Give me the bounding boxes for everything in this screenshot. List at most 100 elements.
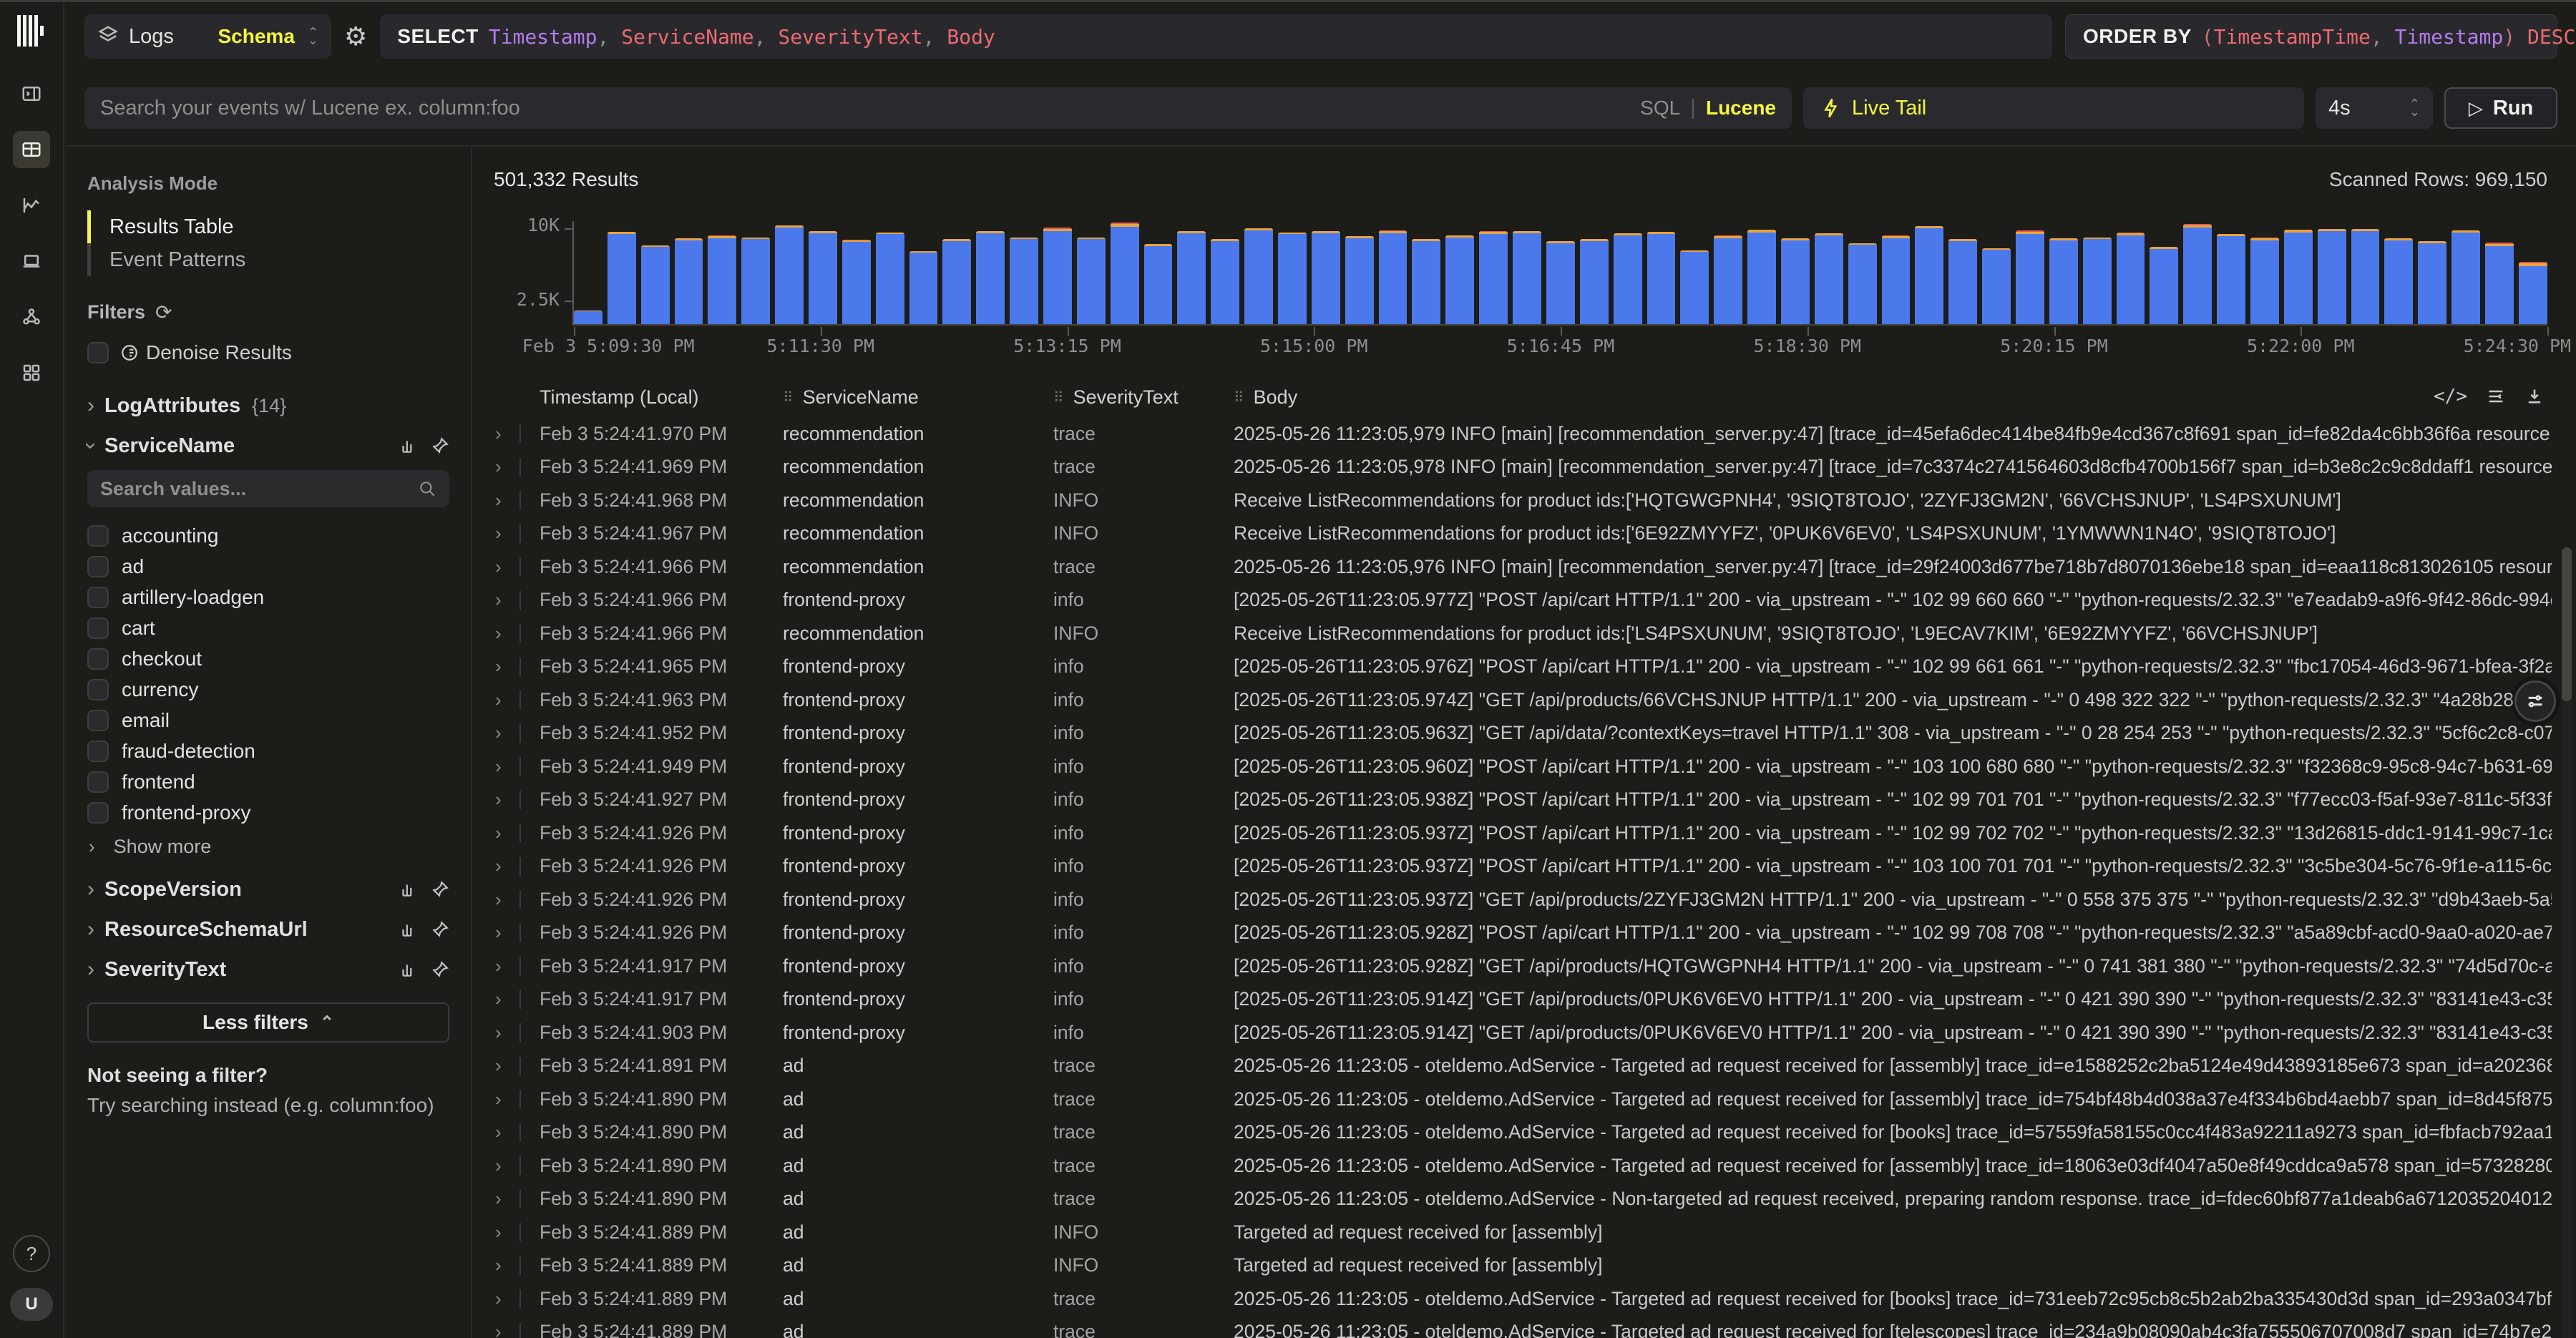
expand-row-icon[interactable]: › bbox=[494, 889, 540, 911]
histogram-bar[interactable] bbox=[708, 235, 736, 324]
histogram-bar[interactable] bbox=[1244, 228, 1273, 324]
table-row[interactable]: ›Feb 3 5:24:41.966 PMrecommendationINFOR… bbox=[494, 617, 2576, 650]
table-row[interactable]: ›Feb 3 5:24:41.969 PMrecommendationtrace… bbox=[494, 451, 2576, 484]
histogram-bar[interactable] bbox=[909, 251, 938, 324]
table-row[interactable]: ›Feb 3 5:24:41.890 PMadtrace2025-05-26 1… bbox=[494, 1183, 2576, 1216]
pin-icon[interactable] bbox=[431, 960, 449, 979]
histogram-bar[interactable] bbox=[1815, 233, 1843, 324]
orderby-query-editor[interactable]: ORDER BY (TimestampTime, Timestamp) DESC bbox=[2065, 14, 2557, 59]
expand-row-icon[interactable]: › bbox=[494, 556, 540, 578]
checkbox[interactable] bbox=[87, 617, 109, 639]
histogram-bar[interactable] bbox=[2451, 230, 2480, 324]
table-row[interactable]: ›Feb 3 5:24:41.890 PMadtrace2025-05-26 1… bbox=[494, 1116, 2576, 1150]
less-filters-button[interactable]: Less filters ⌃ bbox=[87, 1002, 449, 1042]
expand-row-icon[interactable]: › bbox=[494, 1088, 540, 1110]
histogram-bar[interactable] bbox=[1278, 233, 1307, 324]
gear-icon[interactable]: ⚙ bbox=[344, 21, 367, 52]
histogram-bar[interactable] bbox=[2351, 229, 2380, 324]
expand-row-icon[interactable]: › bbox=[494, 1221, 540, 1244]
expand-row-icon[interactable]: › bbox=[494, 1288, 540, 1310]
histogram-bar[interactable] bbox=[1177, 231, 1206, 324]
histogram-bar[interactable] bbox=[574, 311, 602, 324]
filter-value-fraud-detection[interactable]: fraud-detection bbox=[87, 736, 449, 766]
histogram-bar[interactable] bbox=[2485, 243, 2514, 324]
histogram-bar[interactable] bbox=[1882, 235, 1911, 324]
table-row[interactable]: ›Feb 3 5:24:41.917 PMfrontend-proxyinfo[… bbox=[494, 983, 2576, 1017]
col-severitytext[interactable]: ⠿SeverityText bbox=[1053, 386, 1234, 409]
histogram-bar[interactable] bbox=[1010, 238, 1038, 324]
scrollbar-thumb[interactable] bbox=[2562, 547, 2572, 701]
histogram-bar[interactable] bbox=[2217, 234, 2245, 324]
expand-row-icon[interactable]: › bbox=[494, 1188, 540, 1210]
expand-row-icon[interactable]: › bbox=[494, 722, 540, 744]
help-icon[interactable]: ? bbox=[13, 1235, 50, 1272]
table-row[interactable]: ›Feb 3 5:24:41.952 PMfrontend-proxyinfo[… bbox=[494, 717, 2576, 751]
histogram-bar[interactable] bbox=[1915, 226, 1943, 324]
filter-value-email[interactable]: email bbox=[87, 705, 449, 736]
table-row[interactable]: ›Feb 3 5:24:41.903 PMfrontend-proxyinfo[… bbox=[494, 1016, 2576, 1050]
histogram-bar[interactable] bbox=[1614, 233, 1642, 324]
refresh-filters-icon[interactable]: ⟳ bbox=[155, 301, 172, 324]
histogram-bar[interactable] bbox=[2117, 233, 2145, 325]
histogram-bar[interactable] bbox=[1546, 241, 1575, 324]
filter-value-accounting[interactable]: accounting bbox=[87, 520, 449, 551]
table-row[interactable]: ›Feb 3 5:24:41.917 PMfrontend-proxyinfo[… bbox=[494, 949, 2576, 983]
table-row[interactable]: ›Feb 3 5:24:41.926 PMfrontend-proxyinfo[… bbox=[494, 816, 2576, 850]
refresh-interval-select[interactable]: 4s ⌃⌄ bbox=[2316, 87, 2433, 129]
checkbox[interactable] bbox=[87, 648, 109, 670]
expand-row-icon[interactable]: › bbox=[494, 456, 540, 478]
table-row[interactable]: ›Feb 3 5:24:41.967 PMrecommendationINFOR… bbox=[494, 517, 2576, 551]
filter-group-resourceschemaurl[interactable]: ›ResourceSchemaUrl bbox=[87, 909, 449, 949]
histogram-bar[interactable] bbox=[2284, 230, 2313, 324]
histogram-bars[interactable] bbox=[574, 217, 2547, 326]
filter-value-ad[interactable]: ad bbox=[87, 551, 449, 582]
histogram-bar[interactable] bbox=[1948, 239, 1977, 324]
histogram-bar[interactable] bbox=[1647, 232, 1676, 324]
monitor-icon[interactable] bbox=[13, 243, 50, 280]
expand-row-icon[interactable]: › bbox=[494, 1121, 540, 1143]
checkbox[interactable] bbox=[87, 741, 109, 762]
histogram-bar[interactable] bbox=[2250, 238, 2279, 324]
col-timestamp[interactable]: Timestamp (Local) bbox=[540, 386, 783, 409]
value-search-box[interactable] bbox=[87, 470, 449, 507]
histogram-bar[interactable] bbox=[942, 239, 971, 324]
expand-row-icon[interactable]: › bbox=[494, 423, 540, 445]
checkbox[interactable] bbox=[87, 710, 109, 731]
table-row[interactable]: ›Feb 3 5:24:41.889 PMadtrace2025-05-26 1… bbox=[494, 1316, 2576, 1338]
histogram-bar[interactable] bbox=[775, 225, 804, 324]
topology-icon[interactable] bbox=[13, 298, 50, 336]
table-row[interactable]: ›Feb 3 5:24:41.965 PMfrontend-proxyinfo[… bbox=[494, 650, 2576, 684]
histogram-bar[interactable] bbox=[2049, 238, 2078, 324]
histogram-bar[interactable] bbox=[1513, 231, 1541, 324]
expand-row-icon[interactable]: › bbox=[494, 689, 540, 711]
value-search-input[interactable] bbox=[100, 478, 418, 500]
pin-icon[interactable] bbox=[431, 436, 449, 455]
filter-group-scopeversion[interactable]: ›ScopeVersion bbox=[87, 869, 449, 909]
table-row[interactable]: ›Feb 3 5:24:41.949 PMfrontend-proxyinfo[… bbox=[494, 750, 2576, 783]
clickhouse-logo[interactable] bbox=[17, 15, 46, 47]
table-row[interactable]: ›Feb 3 5:24:41.970 PMrecommendationtrace… bbox=[494, 417, 2576, 451]
filter-value-frontend[interactable]: frontend bbox=[87, 766, 449, 797]
denoise-checkbox[interactable] bbox=[87, 342, 109, 363]
histogram-bar[interactable] bbox=[2318, 229, 2346, 324]
sql-toggle[interactable]: SQL bbox=[1640, 97, 1680, 119]
expand-row-icon[interactable]: › bbox=[494, 522, 540, 545]
histogram-bar[interactable] bbox=[2384, 238, 2413, 324]
histogram-bar[interactable] bbox=[1781, 238, 1810, 324]
histogram-bar[interactable] bbox=[976, 231, 1005, 324]
drag-handle-icon[interactable]: ⠿ bbox=[783, 389, 794, 406]
table-row[interactable]: ›Feb 3 5:24:41.926 PMfrontend-proxyinfo[… bbox=[494, 917, 2576, 950]
filter-group-severitytext[interactable]: ›SeverityText bbox=[87, 949, 449, 990]
histogram-bar[interactable] bbox=[1479, 231, 1508, 324]
histogram-bar[interactable] bbox=[1680, 250, 1709, 324]
checkbox[interactable] bbox=[87, 587, 109, 608]
source-selector[interactable]: Logs Schema ⌃⌄ bbox=[84, 14, 331, 59]
histogram-bar[interactable] bbox=[2519, 262, 2547, 324]
expand-row-icon[interactable]: › bbox=[494, 988, 540, 1010]
lucene-toggle[interactable]: Lucene bbox=[1706, 97, 1776, 119]
histogram-bar[interactable] bbox=[1111, 223, 1139, 324]
histogram-bar[interactable] bbox=[608, 232, 636, 324]
checkbox[interactable] bbox=[87, 771, 109, 793]
bar-chart-icon[interactable] bbox=[399, 880, 418, 899]
logs-table-icon[interactable] bbox=[13, 131, 50, 168]
